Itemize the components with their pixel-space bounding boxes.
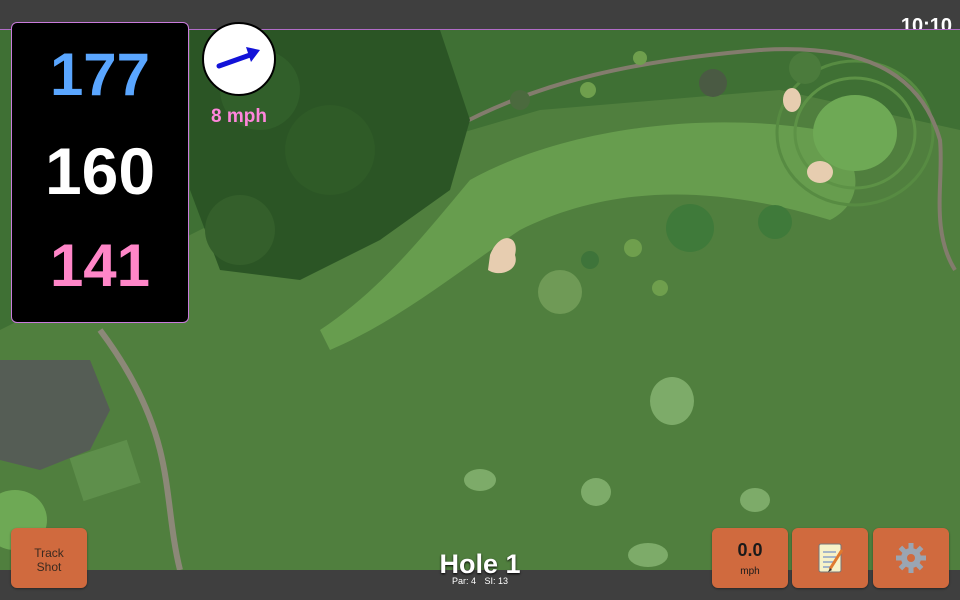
- hole-stroke-index: SI: 13: [484, 576, 509, 586]
- gear-icon: [896, 543, 926, 573]
- speed-button[interactable]: 0.0 mph: [712, 528, 788, 588]
- front-distance: 141: [49, 232, 151, 299]
- settings-button[interactable]: [873, 528, 949, 588]
- notes-button[interactable]: [792, 528, 868, 588]
- center-distance: 160: [44, 134, 156, 208]
- speed-unit: mph: [740, 566, 760, 577]
- track-shot-label-line2: Shot: [36, 560, 62, 574]
- wind-arrow-icon: [216, 47, 260, 69]
- wind-speed: 8 mph: [211, 106, 267, 127]
- hole-info: Par: 4 SI: 13: [430, 576, 530, 586]
- distance-panel: 177 160 141: [11, 22, 189, 323]
- hole-par: Par: 4: [451, 576, 476, 586]
- back-distance: 177: [49, 41, 151, 108]
- track-shot-button[interactable]: Track Shot: [11, 528, 87, 588]
- wind-indicator: [202, 22, 276, 96]
- speed-value: 0.0: [737, 540, 763, 560]
- track-shot-label-line1: Track: [34, 546, 64, 560]
- notepad-icon: [818, 543, 844, 573]
